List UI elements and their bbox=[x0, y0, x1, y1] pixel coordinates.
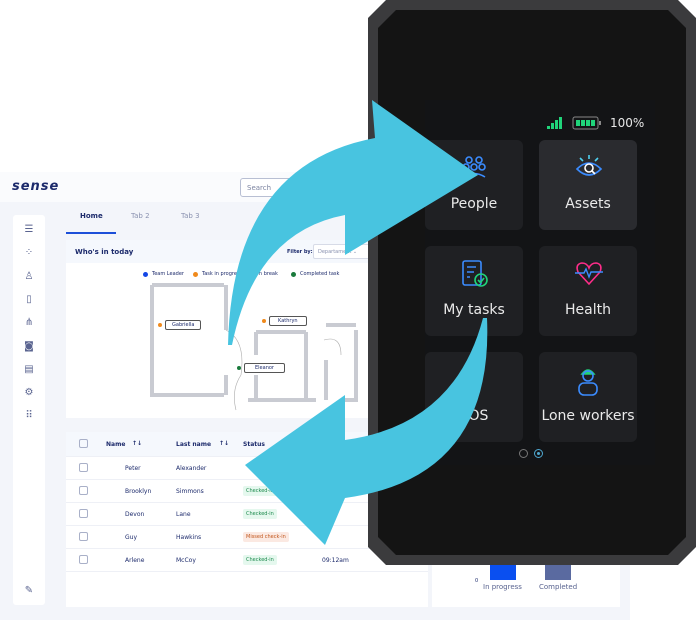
arrow-to-dashboard-icon bbox=[245, 318, 488, 545]
arrow-to-device-icon bbox=[228, 100, 478, 345]
sync-arrows bbox=[228, 100, 488, 545]
